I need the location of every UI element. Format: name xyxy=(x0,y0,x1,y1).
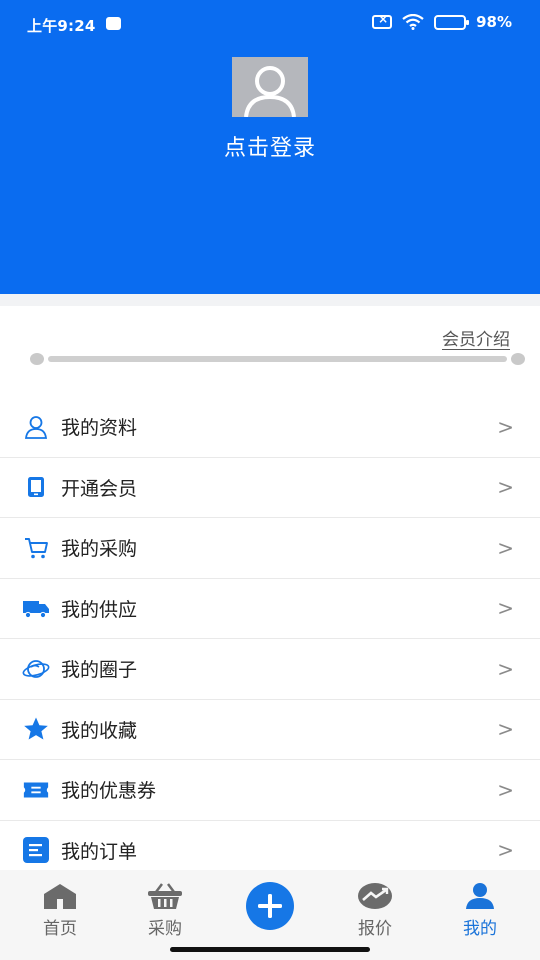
status-indicators: 98% xyxy=(372,12,512,31)
section-divider xyxy=(0,294,540,306)
basket-icon xyxy=(148,883,182,909)
menu-label: 我的订单 xyxy=(61,840,138,863)
user-outline-icon xyxy=(22,413,50,441)
message-notification-icon xyxy=(106,17,121,30)
menu-label: 开通会员 xyxy=(61,477,138,500)
profile-menu: 我的资料 > 开通会员 > 我的采购 > 我的供应 > 我的圈子 > 我的收藏 … xyxy=(0,397,540,881)
progress-end-dot xyxy=(511,353,525,365)
chevron-right-icon: > xyxy=(497,414,514,439)
planet-icon xyxy=(22,655,50,683)
login-button[interactable]: 点击登录 xyxy=(0,130,540,162)
battery-percent: 98% xyxy=(476,13,512,31)
plus-icon xyxy=(258,894,282,918)
menu-item-membership[interactable]: 开通会员 > xyxy=(0,458,540,518)
progress-start-dot xyxy=(30,353,44,365)
menu-item-circle[interactable]: 我的圈子 > xyxy=(0,639,540,700)
tab-home[interactable]: 首页 xyxy=(20,882,100,939)
order-list-icon xyxy=(22,836,50,864)
chevron-right-icon: > xyxy=(497,838,514,863)
menu-item-supply[interactable]: 我的供应 > xyxy=(0,579,540,639)
menu-item-favorites[interactable]: 我的收藏 > xyxy=(0,700,540,760)
truck-icon xyxy=(22,594,50,622)
status-bar: 上午9:24 98% xyxy=(0,0,540,50)
trend-icon xyxy=(358,883,392,909)
menu-item-coupons[interactable]: 我的优惠券 > xyxy=(0,760,540,821)
menu-label: 我的采购 xyxy=(61,538,138,561)
menu-label: 我的供应 xyxy=(61,598,138,621)
tab-label: 报价 xyxy=(358,919,392,939)
progress-track xyxy=(48,356,507,362)
user-icon xyxy=(466,883,494,909)
chevron-right-icon: > xyxy=(497,717,514,742)
menu-label: 我的收藏 xyxy=(61,719,138,742)
menu-label: 我的圈子 xyxy=(61,659,138,682)
star-icon xyxy=(22,715,50,743)
chevron-right-icon: > xyxy=(497,596,514,621)
home-icon xyxy=(44,884,76,909)
menu-label: 我的资料 xyxy=(61,417,138,440)
tablet-icon xyxy=(22,473,50,501)
menu-item-purchases[interactable]: 我的采购 > xyxy=(0,518,540,579)
member-progress-bar xyxy=(30,352,525,366)
home-indicator xyxy=(170,947,370,952)
default-avatar-icon xyxy=(244,66,296,117)
profile-header: 上午9:24 98% 点击登录 xyxy=(0,0,540,294)
coupon-icon xyxy=(22,776,50,804)
chevron-right-icon: > xyxy=(497,777,514,802)
battery-icon xyxy=(434,14,470,30)
tab-label: 我的 xyxy=(463,919,497,939)
menu-label: 我的优惠券 xyxy=(61,780,157,803)
chevron-right-icon: > xyxy=(497,535,514,560)
tab-purchase[interactable]: 采购 xyxy=(125,882,205,939)
tab-label: 首页 xyxy=(43,919,77,939)
tab-label: 采购 xyxy=(148,919,182,939)
chevron-right-icon: > xyxy=(497,656,514,681)
cart-icon xyxy=(22,534,50,562)
member-intro-link[interactable]: 会员介绍 xyxy=(442,325,510,350)
menu-item-profile[interactable]: 我的资料 > xyxy=(0,397,540,458)
no-sim-icon xyxy=(372,12,393,29)
tab-quote[interactable]: 报价 xyxy=(335,882,415,939)
wifi-icon xyxy=(402,14,424,30)
avatar[interactable] xyxy=(232,57,308,117)
tab-mine[interactable]: 我的 xyxy=(440,882,520,939)
publish-button[interactable] xyxy=(246,882,294,930)
status-time: 上午9:24 xyxy=(27,17,96,35)
chevron-right-icon: > xyxy=(497,475,514,500)
